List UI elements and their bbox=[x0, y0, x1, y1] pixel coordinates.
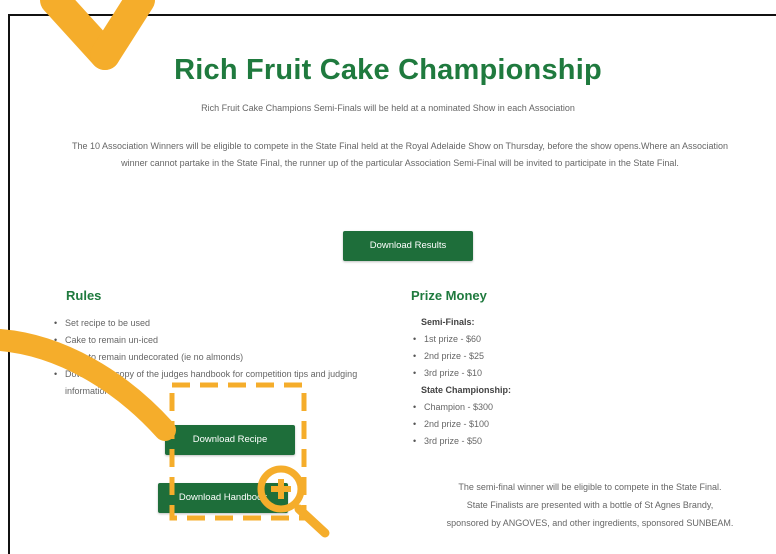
page-title: Rich Fruit Cake Championship bbox=[174, 54, 602, 86]
state-championship-label: State Championship: bbox=[421, 385, 512, 395]
list-item: 3rd prize - $10 bbox=[411, 365, 631, 382]
list-item: 2nd prize - $25 bbox=[411, 348, 631, 365]
prize-list: Semi-Finals: 1st prize - $60 2nd prize -… bbox=[411, 314, 631, 450]
list-item: 2nd prize - $100 bbox=[411, 416, 631, 433]
content-frame bbox=[8, 14, 776, 554]
list-item: Champion - $300 bbox=[411, 399, 631, 416]
semi-finals-label: Semi-Finals: bbox=[421, 317, 475, 327]
rules-list: Set recipe to be used Cake to remain un-… bbox=[52, 315, 382, 400]
intro-paragraph: The 10 Association Winners will be eligi… bbox=[71, 141, 729, 168]
list-item: Download a copy of the judges handbook f… bbox=[52, 366, 382, 400]
rules-heading: Rules bbox=[66, 288, 102, 303]
list-item: Set recipe to be used bbox=[52, 315, 382, 332]
list-item: Cake to remain undecorated (ie no almond… bbox=[52, 349, 382, 366]
prize-note: The semi-final winner will be eligible t… bbox=[405, 478, 775, 532]
download-results-button[interactable]: Download Results bbox=[343, 231, 473, 261]
prize-note-line: State Finalists are presented with a bot… bbox=[466, 500, 714, 510]
list-item: 3rd prize - $50 bbox=[411, 433, 631, 450]
list-item: 1st prize - $60 bbox=[411, 331, 631, 348]
prize-note-line: sponsored by ANGOVES, and other ingredie… bbox=[446, 518, 734, 528]
page-subtitle: Rich Fruit Cake Champions Semi-Finals wi… bbox=[201, 103, 575, 113]
download-recipe-button[interactable]: Download Recipe bbox=[165, 425, 295, 455]
prize-money-heading: Prize Money bbox=[411, 288, 487, 303]
list-item: Cake to remain un-iced bbox=[52, 332, 382, 349]
download-handbook-button[interactable]: Download Handbook bbox=[158, 483, 288, 513]
prize-note-line: The semi-final winner will be eligible t… bbox=[458, 482, 722, 492]
